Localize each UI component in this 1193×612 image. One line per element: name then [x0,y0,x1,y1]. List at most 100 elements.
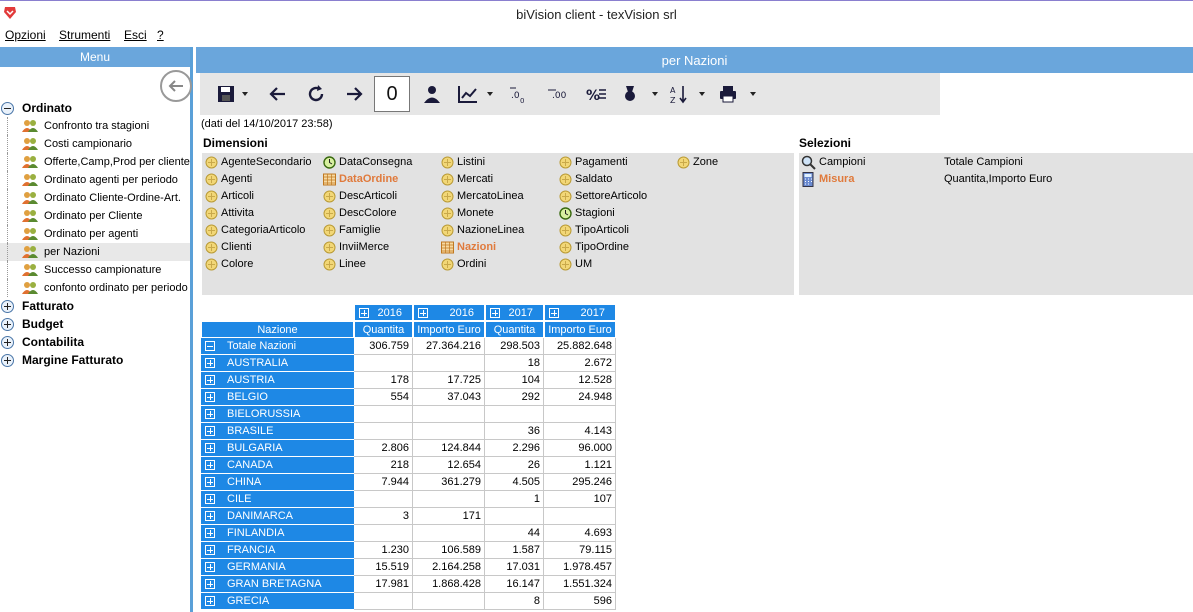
expand-icon[interactable] [205,443,215,453]
table-row-header[interactable]: BULGARIA [201,440,354,457]
table-cell[interactable] [485,508,544,525]
table-cell[interactable] [413,491,485,508]
measure-header[interactable]: Importo Euro [544,321,616,338]
table-cell[interactable]: 124.844 [413,440,485,457]
expand-icon[interactable] [205,511,215,521]
save-button[interactable] [214,81,254,107]
table-cell[interactable]: 2.296 [485,440,544,457]
menu-esci[interactable]: Esci [124,28,147,42]
menu-item[interactable]: Confronto tra stagioni [0,117,190,135]
table-row-header[interactable]: AUSTRIA [201,372,354,389]
table-cell[interactable]: 79.115 [544,542,616,559]
table-cell[interactable]: 1.230 [354,542,413,559]
expand-icon[interactable] [205,562,215,572]
measure-header[interactable]: Quantita [485,321,544,338]
percent-button[interactable]: % [582,81,610,107]
expand-icon[interactable] [205,528,215,538]
table-row-header[interactable]: GERMANIA [201,559,354,576]
expand-icon[interactable] [205,392,215,402]
table-cell[interactable]: 596 [544,593,616,610]
menu-item[interactable]: Ordinato Cliente-Ordine-Art. [0,189,190,207]
menu-item[interactable]: Successo campionature [0,261,190,279]
table-cell[interactable]: 1.868.428 [413,576,485,593]
table-cell[interactable]: 37.043 [413,389,485,406]
table-cell[interactable]: 18 [485,355,544,372]
table-cell[interactable] [413,355,485,372]
expand-icon[interactable] [1,318,14,331]
table-cell[interactable]: 25.882.648 [544,338,616,355]
table-row-header[interactable]: GRAN BRETAGNA [201,576,354,593]
table-row-header[interactable]: GRECIA [201,593,354,610]
table-cell[interactable] [354,525,413,542]
collapse-icon[interactable] [1,102,14,115]
table-cell[interactable]: 8 [485,593,544,610]
table-cell[interactable] [354,355,413,372]
expand-icon[interactable] [205,460,215,470]
expand-icon[interactable] [1,354,14,367]
table-row-header[interactable]: FINLANDIA [201,525,354,542]
menu-help[interactable]: ? [157,28,164,42]
expand-icon[interactable] [418,308,428,318]
selection-row[interactable]: Misura Quantita,Importo Euro [799,171,1193,188]
menu-item[interactable]: confonto ordinato per periodo [0,279,190,297]
measure-header[interactable]: Importo Euro [413,321,485,338]
table-cell[interactable]: 104 [485,372,544,389]
table-cell[interactable]: 218 [354,457,413,474]
table-cell[interactable]: 36 [485,423,544,440]
table-cell[interactable]: 4.143 [544,423,616,440]
table-cell[interactable] [413,406,485,423]
expand-icon[interactable] [359,308,369,318]
table-cell[interactable]: 1.551.324 [544,576,616,593]
collapse-icon[interactable] [205,341,215,351]
table-row-header[interactable]: BELGIO [201,389,354,406]
expand-icon[interactable] [1,336,14,349]
table-cell[interactable]: 2.806 [354,440,413,457]
expand-icon[interactable] [205,375,215,385]
table-cell[interactable]: 298.503 [485,338,544,355]
table-cell[interactable]: 107 [544,491,616,508]
table-cell[interactable] [354,491,413,508]
year-header[interactable]: 2016 [354,304,413,321]
table-cell[interactable]: 15.519 [354,559,413,576]
expand-icon[interactable] [205,358,215,368]
year-header[interactable]: 2017 [544,304,616,321]
table-cell[interactable] [544,406,616,423]
year-header[interactable]: 2017 [485,304,544,321]
table-cell[interactable]: 295.246 [544,474,616,491]
table-cell[interactable]: 1 [485,491,544,508]
table-cell[interactable]: 361.279 [413,474,485,491]
row-dimension-header[interactable]: Nazione [201,321,354,338]
table-cell[interactable]: 4.693 [544,525,616,542]
table-row-header[interactable]: BRASILE [201,423,354,440]
expand-icon[interactable] [205,409,215,419]
menu-item[interactable]: Ordinato per agenti [0,225,190,243]
table-cell[interactable]: 27.364.216 [413,338,485,355]
menu-group-budget[interactable]: Budget [0,315,190,333]
increase-decimals-button[interactable]: .00 [544,81,572,107]
table-cell[interactable]: 306.759 [354,338,413,355]
menu-item[interactable]: Ordinato agenti per periodo [0,171,190,189]
table-cell[interactable]: 554 [354,389,413,406]
table-row-header[interactable]: CHINA [201,474,354,491]
table-cell[interactable]: 1.587 [485,542,544,559]
table-row-header[interactable]: AUSTRALIA [201,355,354,372]
award-button[interactable] [618,81,662,107]
table-row-header[interactable]: CILE [201,491,354,508]
table-cell[interactable] [544,508,616,525]
menu-item[interactable]: Offerte,Camp,Prod per cliente [0,153,190,171]
table-cell[interactable]: 12.654 [413,457,485,474]
table-cell[interactable] [354,406,413,423]
expand-icon[interactable] [205,426,215,436]
menu-item[interactable]: per Nazioni [0,243,190,261]
menu-group-fatturato[interactable]: Fatturato [0,297,190,315]
table-cell[interactable]: 2.164.258 [413,559,485,576]
table-row-header[interactable]: BIELORUSSIA [201,406,354,423]
print-button[interactable] [716,81,760,107]
table-cell[interactable]: 1.121 [544,457,616,474]
refresh-button[interactable] [302,81,330,107]
table-cell[interactable] [485,406,544,423]
table-cell[interactable]: 171 [413,508,485,525]
table-row-header[interactable]: DANIMARCA [201,508,354,525]
menu-opzioni[interactable]: Opzioni [5,28,46,42]
table-cell[interactable]: 17.981 [354,576,413,593]
